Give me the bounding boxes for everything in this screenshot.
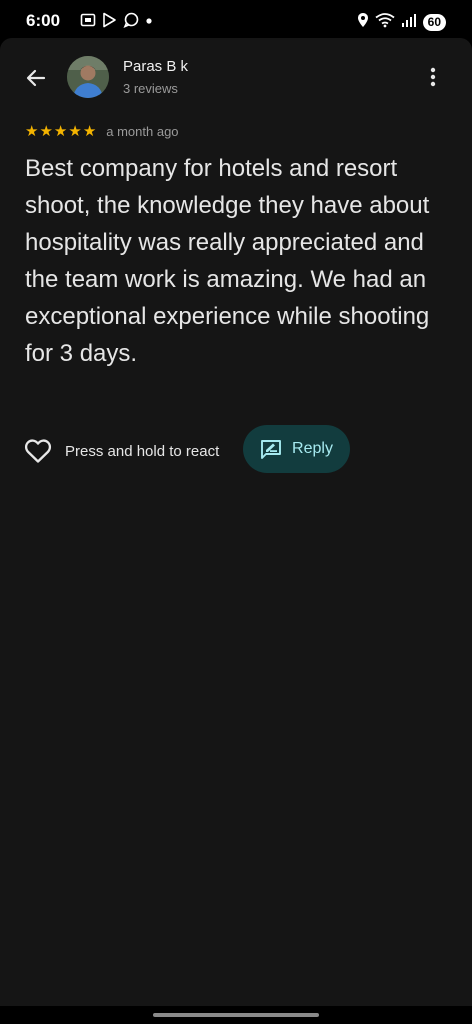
heart-outline-icon (24, 439, 52, 463)
notification-dot-icon (145, 12, 153, 33)
status-system-icons: 60 (357, 12, 446, 33)
react-label: Press and hold to react (65, 442, 220, 460)
back-button[interactable] (18, 60, 54, 96)
whatsapp-icon (123, 12, 139, 33)
signal-icon (401, 12, 417, 33)
review-time: a month ago (106, 124, 179, 139)
reviewer-avatar[interactable] (67, 56, 109, 98)
play-store-icon (102, 12, 117, 33)
reviewer-name[interactable]: Paras B k (123, 58, 188, 75)
location-icon (357, 12, 369, 33)
reviewer-review-count: 3 reviews (123, 81, 178, 96)
star-icon: ★ (53, 123, 68, 140)
star-icon: ★ (25, 123, 39, 140)
arrow-back-icon (26, 69, 46, 87)
react-button[interactable]: Press and hold to react (24, 434, 219, 468)
rating-row: ★ ★ ★ ★ ★ a month ago (25, 124, 179, 139)
avatar-photo (67, 56, 109, 98)
home-indicator[interactable] (153, 1013, 319, 1017)
rate-review-icon (261, 440, 281, 459)
star-icon: ★ (82, 123, 97, 140)
star-icon: ★ (39, 123, 53, 140)
star-rating: ★ ★ ★ ★ ★ (25, 124, 96, 139)
review-text: Best company for hotels and resort shoot… (25, 155, 430, 367)
review-detail-screen: Paras B k 3 reviews ★ ★ ★ ★ ★ a month ago Be… (0, 38, 472, 1006)
status-time: 6:00 (26, 11, 61, 30)
battery-level: 60 (422, 14, 446, 31)
gesture-nav-bar (0, 1006, 472, 1024)
star-icon: ★ (68, 123, 82, 140)
screenshot-icon (80, 12, 96, 33)
wifi-icon (375, 12, 395, 33)
reply-button[interactable]: Reply (243, 425, 350, 473)
reply-label: Reply (292, 440, 333, 457)
status-bar: 6:00 60 (0, 0, 472, 40)
more-options-button[interactable] (420, 62, 446, 92)
status-notification-icons (80, 12, 153, 33)
more-vert-icon (430, 67, 436, 87)
